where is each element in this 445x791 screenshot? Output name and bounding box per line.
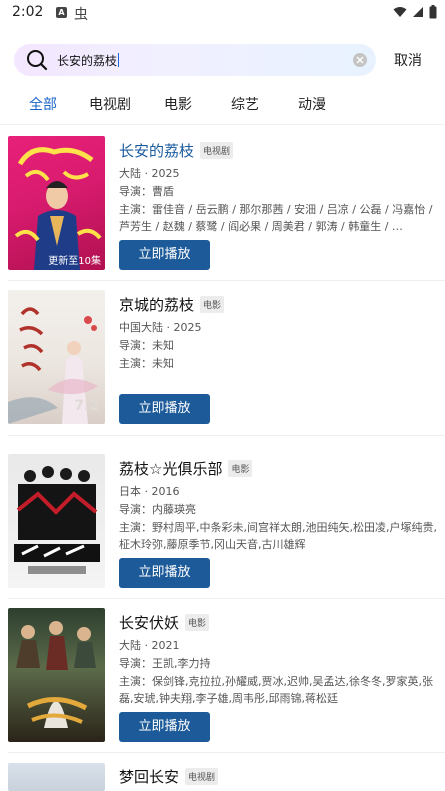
status-time: 2:02: [12, 4, 44, 20]
type-tag: 电视剧: [200, 141, 234, 159]
cast: 主演：保剑锋,克拉拉,孙耀威,贾冰,迟帅,吴孟达,徐冬冬,罗家英,张磊,安琥,钟…: [119, 675, 433, 705]
poster-image[interactable]: [8, 454, 105, 588]
region-year: 大陆 · 2025: [119, 167, 180, 180]
result-title[interactable]: 长安的荔枝: [119, 140, 194, 161]
result-title[interactable]: 荔枝☆光俱乐部: [119, 458, 222, 479]
tab-anime[interactable]: 动漫: [298, 94, 326, 114]
region-year: 日本 · 2016: [119, 485, 180, 498]
battery-icon: [429, 5, 437, 19]
result-item[interactable]: 长安伏妖 电影 大陆 · 2021 导演：王凯,李力持 主演：保剑锋,克拉拉,孙…: [0, 608, 445, 753]
play-button[interactable]: 立即播放: [119, 558, 210, 588]
notification-bug-icon: 虫: [74, 7, 88, 23]
director: 导演：王凯,李力持: [119, 657, 211, 670]
category-tabs: 全部 电视剧 电影 综艺 动漫: [0, 92, 445, 116]
result-title[interactable]: 梦回长安: [119, 766, 179, 787]
wifi-icon: [393, 7, 407, 17]
tab-movies[interactable]: 电影: [164, 94, 192, 114]
episode-badge: 更新至10集: [48, 256, 101, 267]
result-item[interactable]: 更新至10集 长安的荔枝 电视剧 大陆 · 2025 导演：曹盾 主演：雷佳音 …: [0, 136, 445, 281]
search-input[interactable]: 长安的荔枝: [14, 44, 376, 76]
director: 导演：内藤瑛亮: [119, 503, 196, 516]
result-item[interactable]: 梦回长安 电视剧: [0, 763, 445, 791]
divider: [8, 280, 445, 281]
clear-icon[interactable]: [353, 53, 367, 67]
type-tag: 电影: [200, 295, 225, 313]
result-item[interactable]: 荔枝☆光俱乐部 电影 日本 · 2016 导演：内藤瑛亮 主演：野村周平,中条彩…: [0, 454, 445, 599]
cancel-button[interactable]: 取消: [394, 50, 422, 70]
result-info: 京城的荔枝 电影 中国大陆 · 2025 导演：未知 主演：未知: [119, 293, 437, 373]
tab-variety[interactable]: 综艺: [231, 94, 259, 114]
notification-a-icon: A: [56, 7, 67, 18]
poster-art: [16, 621, 96, 728]
type-tag: 电影: [185, 613, 210, 631]
play-button[interactable]: 立即播放: [119, 240, 210, 270]
search-query[interactable]: 长安的荔枝: [57, 52, 120, 69]
result-item[interactable]: 7.2 京城的荔枝 电影 中国大陆 · 2025 导演：未知 主演：未知 立即播…: [0, 290, 445, 435]
region-year: 中国大陆 · 2025: [119, 321, 202, 334]
result-info: 荔枝☆光俱乐部 电影 日本 · 2016 导演：内藤瑛亮 主演：野村周平,中条彩…: [119, 457, 437, 553]
poster-art: [14, 466, 100, 574]
cast: 主演：未知: [119, 357, 174, 370]
search-icon: [27, 50, 48, 71]
poster-art: [14, 147, 102, 270]
text-caret: [118, 53, 120, 67]
tabs-divider: [0, 124, 445, 125]
result-info: 长安的荔枝 电视剧 大陆 · 2025 导演：曹盾 主演：雷佳音 / 岳云鹏 /…: [119, 139, 437, 235]
divider: [8, 435, 445, 436]
poster-image[interactable]: [8, 608, 105, 742]
director: 导演：未知: [119, 339, 174, 352]
result-title[interactable]: 京城的荔枝: [119, 294, 194, 315]
play-button[interactable]: 立即播放: [119, 394, 210, 424]
poster-image[interactable]: [8, 763, 105, 791]
cast: 主演：雷佳音 / 岳云鹏 / 那尔那茜 / 安沺 / 吕凉 / 公磊 / 冯嘉怡…: [119, 203, 433, 233]
poster-image[interactable]: 更新至10集: [8, 136, 105, 270]
rating-badge: 7.2: [74, 398, 99, 414]
result-title[interactable]: 长安伏妖: [119, 612, 179, 633]
tab-tv-series[interactable]: 电视剧: [89, 94, 131, 114]
poster-image[interactable]: 7.2: [8, 290, 105, 424]
status-bar: 2:02 A 虫: [0, 0, 445, 26]
search-bar: 长安的荔枝 取消: [0, 40, 445, 80]
status-icons: [393, 5, 437, 19]
divider: [8, 752, 445, 753]
type-tag: 电视剧: [185, 767, 219, 785]
tab-all[interactable]: 全部: [29, 94, 57, 114]
cast: 主演：野村周平,中条彩未,间宫祥太朗,池田纯矢,松田凌,户塚纯贵,柾木玲弥,藤原…: [119, 521, 437, 551]
result-info: 梦回长安 电视剧: [119, 765, 437, 787]
type-tag: 电影: [228, 459, 253, 477]
play-button[interactable]: 立即播放: [119, 712, 210, 742]
director: 导演：曹盾: [119, 185, 174, 198]
signal-icon: [413, 7, 423, 17]
result-info: 长安伏妖 电影 大陆 · 2021 导演：王凯,李力持 主演：保剑锋,克拉拉,孙…: [119, 611, 437, 707]
divider: [8, 598, 445, 599]
region-year: 大陆 · 2021: [119, 639, 180, 652]
